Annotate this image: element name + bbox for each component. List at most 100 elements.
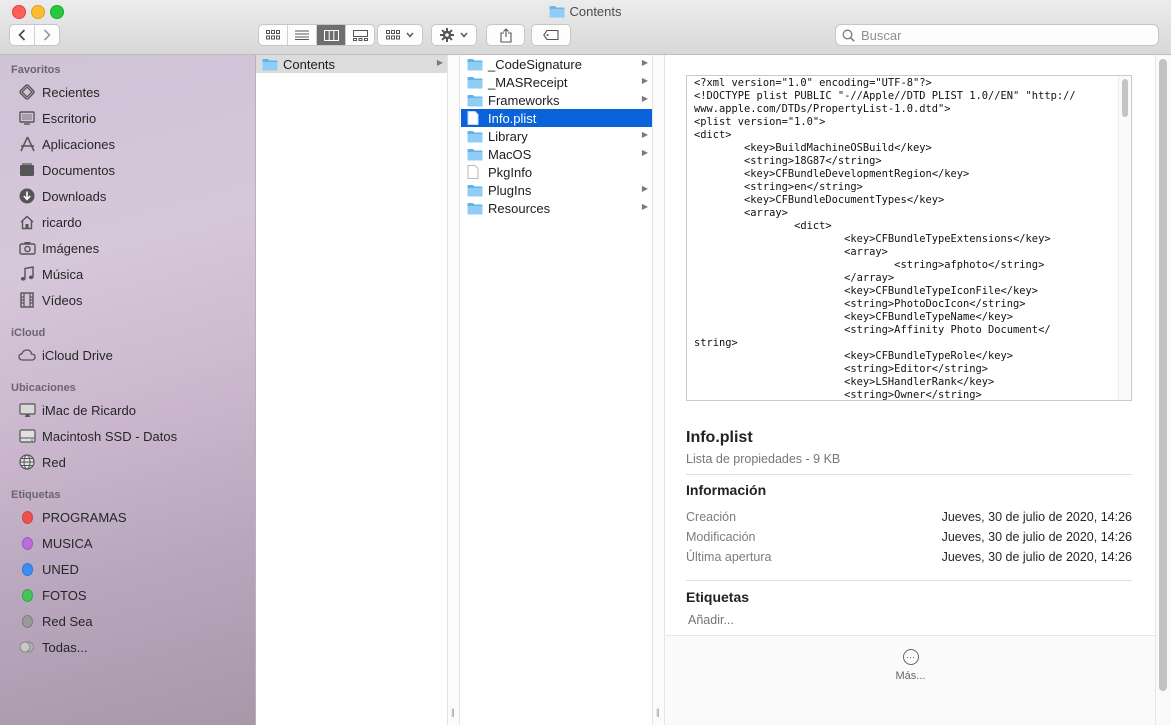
search-input[interactable] (859, 26, 1153, 44)
sidebar-item-musica[interactable]: Música (18, 262, 83, 286)
folder-icon (549, 5, 565, 21)
list-item-masreceipt[interactable]: _MASReceipt ▶ (461, 73, 652, 91)
edit-tags-button[interactable] (531, 24, 571, 46)
sidebar-tag-red-sea[interactable]: Red Sea (18, 609, 93, 633)
folder-icon (467, 183, 483, 197)
sidebar-item-red[interactable]: Red (18, 450, 66, 474)
window-scrollbar[interactable] (1155, 55, 1171, 725)
sidebar-header-tags: Etiquetas (11, 489, 61, 501)
list-view-button[interactable] (288, 25, 317, 45)
sidebar-item-macintosh-ssd[interactable]: Macintosh SSD - Datos (18, 424, 177, 448)
list-item-label: _CodeSignature (488, 56, 582, 72)
sidebar-tag-fotos[interactable]: FOTOS (18, 583, 87, 607)
sidebar-header-favorites: Favoritos (11, 64, 61, 76)
list-item-macos[interactable]: MacOS ▶ (461, 145, 652, 163)
list-item-codesignature[interactable]: _CodeSignature ▶ (461, 55, 652, 73)
column-resize-handle[interactable]: || (447, 55, 460, 725)
sidebar-item-recientes[interactable]: Recientes (18, 80, 100, 104)
list-item-pkginfo[interactable]: PkgInfo (461, 163, 652, 181)
sidebar-item-label: Imágenes (42, 240, 100, 256)
sidebar-item-label: MUSICA (42, 535, 93, 551)
folder-icon (467, 147, 483, 161)
tag-color-dot (22, 510, 33, 524)
list-item-info-plist[interactable]: Info.plist (461, 109, 652, 127)
sidebar-item-label: Recientes (42, 84, 100, 100)
sidebar-tag-uned[interactable]: UNED (18, 557, 79, 581)
grid-icon (266, 30, 280, 40)
network-icon (18, 453, 36, 471)
sidebar-item-label: Red Sea (42, 613, 93, 629)
sidebar-item-label: Documentos (42, 162, 115, 178)
sidebar-item-label: ricardo (42, 214, 82, 230)
list-item-label: Info.plist (488, 110, 537, 126)
sidebar-item-label: UNED (42, 561, 79, 577)
file-kind-size: Lista de propiedades - 9 KB (686, 452, 841, 466)
list-item-library[interactable]: Library ▶ (461, 127, 652, 145)
list-item-plugins[interactable]: PlugIns ▶ (461, 181, 652, 199)
gallery-icon (352, 29, 368, 41)
list-item-label: Resources (488, 200, 551, 216)
scroll-thumb[interactable] (1159, 59, 1167, 691)
sidebar-item-label: iCloud Drive (42, 347, 113, 363)
search-field[interactable] (835, 24, 1159, 46)
sidebar-item-documentos[interactable]: Documentos (18, 158, 115, 182)
window-title: Contents (0, 4, 1171, 21)
sidebar-item-label: Todas... (42, 639, 88, 655)
disclosure-arrow-icon: ▶ (641, 184, 648, 193)
disclosure-arrow-icon: ▶ (436, 58, 443, 67)
tag-color-dot (22, 588, 33, 602)
list-item-label: Frameworks (488, 92, 560, 108)
file-content-preview[interactable]: <?xml version="1.0" encoding="UTF-8"?> <… (686, 75, 1132, 401)
sidebar-tag-musica[interactable]: MUSICA (18, 531, 93, 555)
folder-icon (467, 129, 483, 143)
columns-icon (323, 29, 339, 41)
sidebar-item-downloads[interactable]: Downloads (18, 184, 106, 208)
sidebar-item-icloud-drive[interactable]: iCloud Drive (18, 343, 113, 367)
column-view-button[interactable] (317, 25, 346, 45)
grid-icon (386, 30, 400, 40)
list-item-frameworks[interactable]: Frameworks ▶ (461, 91, 652, 109)
home-icon (18, 213, 36, 231)
back-button[interactable] (10, 25, 35, 45)
list-item-label: _MASReceipt (488, 74, 568, 90)
monitor-icon (18, 401, 36, 419)
column-resize-handle[interactable]: || (652, 55, 665, 725)
icon-view-button[interactable] (259, 25, 288, 45)
folder-icon (467, 75, 483, 89)
list-item-resources[interactable]: Resources ▶ (461, 199, 652, 217)
sidebar-item-aplicaciones[interactable]: Aplicaciones (18, 132, 115, 156)
sidebar-item-escritorio[interactable]: Escritorio (18, 106, 96, 130)
sidebar-item-videos[interactable]: Vídeos (18, 288, 82, 312)
sidebar-item-label: Macintosh SSD - Datos (42, 428, 178, 444)
sidebar-item-label: Música (42, 266, 84, 282)
folder-icon (467, 57, 483, 71)
sidebar: Favoritos Recientes Escritorio Aplicacio… (0, 55, 256, 725)
cloud-icon (18, 346, 36, 364)
disclosure-arrow-icon: ▶ (641, 58, 648, 67)
share-button[interactable] (486, 24, 525, 46)
tag-color-dot (22, 536, 33, 550)
group-button[interactable] (377, 24, 423, 46)
gallery-view-button[interactable] (346, 25, 374, 45)
sidebar-tag-todas[interactable]: Todas... (18, 635, 88, 659)
sidebar-tag-programas[interactable]: PROGRAMAS (18, 505, 127, 529)
sidebar-item-imagenes[interactable]: Imágenes (18, 236, 99, 260)
chevron-left-icon (18, 29, 26, 41)
scroll-thumb[interactable] (1122, 79, 1128, 117)
info-value: Jueves, 30 de julio de 2020, 14:26 (941, 550, 1132, 564)
add-tags-input[interactable] (686, 612, 990, 628)
action-button[interactable] (431, 24, 477, 46)
sidebar-header-locations: Ubicaciones (11, 382, 76, 394)
chevron-right-icon (43, 29, 51, 41)
sidebar-item-ricardo[interactable]: ricardo (18, 210, 82, 234)
more-button[interactable]: ··· Más... (666, 649, 1155, 682)
sidebar-item-label: Escritorio (42, 110, 97, 126)
preview-scrollbar[interactable] (1118, 76, 1131, 400)
info-row-last-opened: Última apertura Jueves, 30 de julio de 2… (686, 550, 1132, 564)
more-label: Más... (895, 670, 926, 682)
list-item-contents[interactable]: Contents ▶ (256, 55, 447, 73)
sidebar-item-imac[interactable]: iMac de Ricardo (18, 398, 136, 422)
divider (686, 474, 1132, 475)
window-title-text: Contents (569, 4, 622, 19)
forward-button[interactable] (35, 25, 59, 45)
